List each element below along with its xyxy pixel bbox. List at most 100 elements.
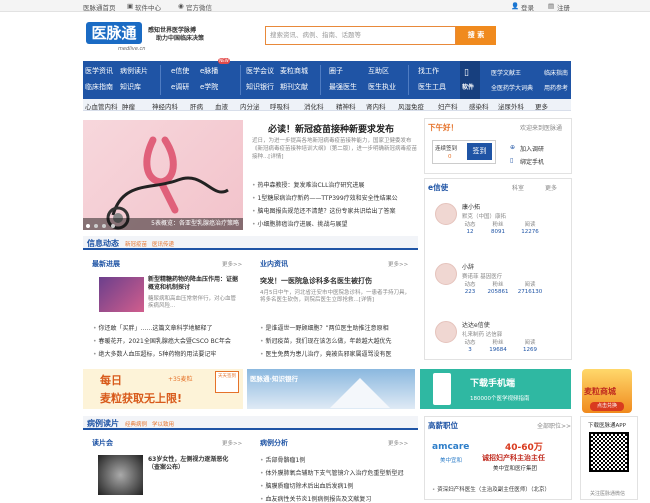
banner-dot[interactable]: [102, 224, 107, 228]
weixin-link[interactable]: 官方微信: [186, 2, 212, 12]
nav-item[interactable]: 期刊文献: [280, 82, 308, 92]
job-item[interactable]: 资深妇产科医生（主治及副主任医师）（北京）: [432, 485, 550, 493]
nav-item[interactable]: 临床指南: [544, 68, 568, 77]
department-item[interactable]: 血液: [215, 101, 228, 111]
nav-item[interactable]: e脉播: [200, 66, 218, 76]
analysis-item[interactable]: 舌部骨骼瘤1例: [260, 455, 306, 464]
info-tag[interactable]: 新冠疫苗: [125, 240, 147, 248]
department-item[interactable]: 呼吸科: [270, 101, 290, 111]
department-item[interactable]: 妇产科: [438, 101, 458, 111]
latest-feature-title[interactable]: 新型精糖药物的降血压作用：证据概览和机制探讨: [148, 276, 238, 292]
department-item[interactable]: 内分泌: [240, 101, 260, 111]
department-item[interactable]: 泌尿外科: [498, 101, 524, 111]
department-item[interactable]: 精神科: [336, 101, 356, 111]
software-link[interactable]: 软件中心: [135, 2, 161, 12]
department-item[interactable]: 肝病: [190, 101, 203, 111]
headline-item[interactable]: 小细胞肺癌治疗进展、挑战与展望: [252, 219, 348, 228]
analysis-item[interactable]: 脑膜质瘤切除术后出血后发病1例: [260, 481, 354, 490]
nav-item[interactable]: e学院: [200, 82, 218, 92]
nav-item[interactable]: 医学会议: [246, 66, 274, 76]
account-avatar[interactable]: [435, 203, 457, 225]
account-avatar[interactable]: [435, 321, 457, 343]
login-link[interactable]: 登录: [521, 2, 534, 12]
mountain-shape: [330, 378, 390, 408]
nav-item[interactable]: 找工作: [418, 66, 439, 76]
streak-label: 连续签到: [435, 146, 458, 152]
account-name[interactable]: 康小拓: [462, 202, 480, 211]
headline-item[interactable]: 1型糖尿病治疗新药——TTP399疗效和安全性结果公: [252, 193, 398, 202]
search-input[interactable]: 搜索资讯、病例、指南、话题等: [265, 26, 456, 45]
department-item[interactable]: 更多: [535, 101, 548, 111]
home-link[interactable]: 医脉通首页: [83, 2, 116, 12]
user-icon: 👤: [511, 2, 520, 10]
banner-dot[interactable]: [86, 224, 90, 228]
exin-more[interactable]: 更多: [545, 183, 557, 192]
banner-dot[interactable]: [94, 224, 99, 228]
nav-item[interactable]: 病例读片: [120, 66, 148, 76]
cases-tag[interactable]: 经典病例: [125, 420, 147, 428]
nav-item[interactable]: e调研: [171, 82, 189, 92]
analysis-more[interactable]: 更多>>: [388, 439, 408, 447]
department-item[interactable]: 心血管内科: [85, 101, 118, 111]
department-item[interactable]: 消化科: [304, 101, 324, 111]
analysis-item[interactable]: 血友病性关节炎1例病例报告及文献复习: [260, 494, 372, 503]
nav-item[interactable]: 医学资讯: [85, 66, 113, 76]
nav-item[interactable]: 互助区: [368, 66, 389, 76]
qr-code: [589, 432, 629, 472]
nav-item[interactable]: 知识库: [120, 82, 141, 92]
account-avatar[interactable]: [435, 263, 457, 285]
mall-redeem-button[interactable]: 点击兑换: [590, 402, 624, 411]
account-name[interactable]: 小辞: [462, 262, 474, 271]
nav-item[interactable]: e信使: [171, 66, 189, 76]
logo[interactable]: 医脉通: [86, 22, 142, 44]
analysis-item[interactable]: 体外膜肺氧合辅助下支气管镜介入治疗危重型新型冠: [260, 468, 404, 477]
cases-tag[interactable]: 学以致用: [152, 420, 174, 428]
news-feature-title[interactable]: 突发！一医院急诊科多名医生被打伤: [260, 276, 372, 286]
search-button[interactable]: 搜 索: [456, 26, 496, 45]
account-org: 默克（中国）康拓: [462, 214, 507, 220]
nav-item[interactable]: 临床指南: [85, 82, 113, 92]
nav-app-label[interactable]: 软件: [462, 82, 474, 91]
ct-scan-thumbnail[interactable]: [98, 455, 143, 495]
nav-item[interactable]: 医学文献王: [491, 68, 521, 77]
department-item[interactable]: 感染科: [469, 101, 489, 111]
nav-item[interactable]: 知识银行: [246, 82, 274, 92]
nav-item[interactable]: 全医药学大词典: [491, 83, 533, 92]
reading-more[interactable]: 更多>>: [222, 439, 242, 447]
department-item[interactable]: 神经内科: [152, 101, 178, 111]
nav-item[interactable]: 医生工具: [418, 82, 446, 92]
nav-item[interactable]: 麦粒商城: [280, 66, 308, 76]
account-stat-label: 粉丝: [492, 282, 504, 288]
latest-more[interactable]: 更多>>: [222, 260, 242, 268]
news-item[interactable]: 是谁逼世一野顾细胞？”两位医生助推注意原相: [260, 323, 389, 332]
nav-item[interactable]: 用药参考: [544, 83, 568, 92]
reading-feature[interactable]: 63岁女性，左侧视力逐渐恶化（查案公布）: [148, 456, 240, 472]
banner-image[interactable]: [83, 120, 243, 230]
news-more[interactable]: 更多>>: [388, 260, 408, 268]
banner-dot[interactable]: [110, 224, 115, 228]
jobs-all-link[interactable]: 全部职位>>: [537, 421, 571, 430]
signin-button[interactable]: 签到: [467, 143, 492, 160]
nav-item[interactable]: 圈子: [329, 66, 343, 76]
latest-item[interactable]: 绝大多数人血压超标，5种药物的用法要记牢: [93, 349, 217, 358]
department-item[interactable]: 肾内科: [366, 101, 386, 111]
department-item[interactable]: 肿瘤: [122, 101, 135, 111]
info-tag[interactable]: 医讯传递: [152, 240, 174, 248]
account-name[interactable]: 达达e信使: [462, 320, 490, 329]
headline-item[interactable]: 热申森教授：复发难治CLL治疗研究进展: [252, 180, 365, 189]
register-link[interactable]: 注册: [557, 2, 570, 12]
headline-item[interactable]: 脑电图报告规范还不清楚？这份专家共识给出了答案: [252, 206, 396, 215]
news-item[interactable]: 新冠疫苗，我们现在该怎么做，年龄越大越优先: [260, 336, 392, 345]
nav-item[interactable]: 最强医生: [329, 82, 357, 92]
bind-phone-link[interactable]: 绑定手机: [520, 157, 544, 166]
nav-app-box: [460, 61, 480, 99]
join-survey-link[interactable]: 加入调研: [520, 144, 544, 153]
latest-thumbnail[interactable]: [99, 277, 144, 312]
latest-item[interactable]: 你还敢「买胖」……这篇文章科学地解释了: [93, 323, 213, 332]
headline-title[interactable]: 必读！新冠疫苗接种新要求发布: [268, 122, 394, 135]
nav-item[interactable]: 医生执业: [368, 82, 396, 92]
latest-item[interactable]: 春暖花开，2021全国乳腺癌大会暨CSCO BC年会: [93, 336, 231, 345]
exin-filter[interactable]: 科室: [512, 183, 524, 192]
news-item[interactable]: 医生免费为患儿治疗，竟被告邪家属逼骂没有医: [260, 349, 392, 358]
department-item[interactable]: 风湿免疫: [398, 101, 424, 111]
